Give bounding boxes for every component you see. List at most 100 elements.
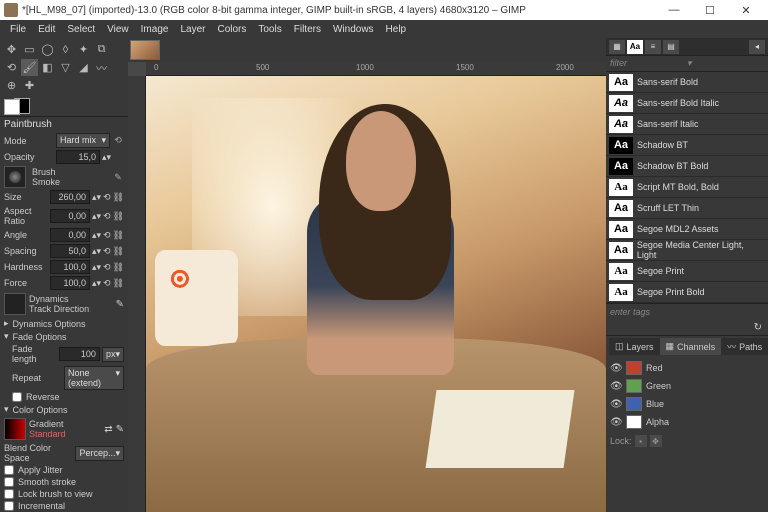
tab-menu-icon[interactable]: ◂ <box>749 40 765 54</box>
gradient-preview[interactable] <box>4 418 26 440</box>
font-tags[interactable]: enter tags <box>606 303 768 320</box>
tool-bucket[interactable]: ▽ <box>57 59 74 76</box>
tool-rect-select[interactable]: ▭ <box>21 41 38 58</box>
minimize-button[interactable]: — <box>656 0 692 20</box>
visibility-icon[interactable]: 👁 <box>610 381 622 392</box>
dynamics-options[interactable]: Dynamics Options <box>13 319 86 329</box>
close-button[interactable]: ✕ <box>728 0 764 20</box>
tool-eraser[interactable]: ◧ <box>39 59 56 76</box>
menu-view[interactable]: View <box>101 24 135 35</box>
tool-gradient[interactable]: ◢ <box>75 59 92 76</box>
font-row[interactable]: AaSegoe MDL2 Assets <box>606 219 768 240</box>
size-reset-icon[interactable]: ⟲ <box>103 192 111 203</box>
tab-layers[interactable]: ◫Layers <box>609 338 660 355</box>
channel-row[interactable]: 👁Alpha <box>606 413 768 431</box>
ruler-horizontal[interactable]: 0 500 1000 1500 2000 <box>146 62 606 76</box>
font-filter[interactable]: filter <box>610 58 687 69</box>
size-value[interactable]: 260,00 <box>50 190 90 204</box>
menu-help[interactable]: Help <box>380 24 413 35</box>
tool-fuzzy-select[interactable]: ✦ <box>75 41 92 58</box>
menu-file[interactable]: File <box>4 24 32 35</box>
tab-paths[interactable]: 〰Paths <box>721 338 768 355</box>
visibility-icon[interactable]: 👁 <box>610 399 622 410</box>
menu-filters[interactable]: Filters <box>288 24 327 35</box>
dynamics-edit-icon[interactable]: ✎ <box>116 299 124 310</box>
font-row[interactable]: AaSegoe Print Bold <box>606 282 768 303</box>
tab-brushes-icon[interactable]: ▦ <box>609 40 625 54</box>
fade-unit[interactable]: px▾ <box>102 347 124 362</box>
tab-thumb[interactable] <box>130 40 160 60</box>
force-value[interactable]: 100,0 <box>50 276 90 290</box>
lock-brush-checkbox[interactable] <box>4 489 14 499</box>
channel-row[interactable]: 👁Blue <box>606 395 768 413</box>
menu-image[interactable]: Image <box>135 24 175 35</box>
tab-fonts-icon[interactable]: Aa <box>627 40 643 54</box>
tool-free-select[interactable]: ◊ <box>57 41 74 58</box>
font-row[interactable]: AaScript MT Bold, Bold <box>606 177 768 198</box>
fade-options[interactable]: Fade Options <box>13 332 67 342</box>
tab-channels[interactable]: ▦Channels <box>660 338 722 355</box>
expand-icon[interactable]: ▸ <box>4 318 9 329</box>
spacing-value[interactable]: 50,0 <box>50 244 90 258</box>
font-list[interactable]: AaSans-serif BoldAaSans-serif Bold Itali… <box>606 72 768 303</box>
opacity-value[interactable]: 15,0 <box>56 150 100 164</box>
refresh-icon[interactable]: ↻ <box>754 322 762 333</box>
menu-windows[interactable]: Windows <box>327 24 380 35</box>
mode-dropdown[interactable]: Hard mix▾ <box>56 133 110 148</box>
font-row[interactable]: AaSans-serif Bold Italic <box>606 93 768 114</box>
expand-icon[interactable]: ▾ <box>4 404 9 415</box>
canvas[interactable] <box>146 76 606 512</box>
tool-rotate[interactable]: ⟲ <box>3 59 20 76</box>
font-row[interactable]: AaSegoe Media Center Light, Light <box>606 240 768 261</box>
font-row[interactable]: AaScruff LET Thin <box>606 198 768 219</box>
visibility-icon[interactable]: 👁 <box>610 417 622 428</box>
blend-dropdown[interactable]: Percep...▾ <box>75 446 124 461</box>
tool-clone[interactable]: ⊕ <box>3 77 20 94</box>
tool-heal[interactable]: ✚ <box>21 77 38 94</box>
hardness-value[interactable]: 100,0 <box>50 260 90 274</box>
repeat-dropdown[interactable]: None (extend)▾ <box>64 366 124 390</box>
font-row[interactable]: AaSans-serif Italic <box>606 114 768 135</box>
ruler-vertical[interactable] <box>128 76 146 512</box>
lock-position-icon[interactable]: ✥ <box>650 435 662 447</box>
aspect-value[interactable]: 0,00 <box>50 209 90 223</box>
gradient-edit-icon[interactable]: ✎ <box>116 424 124 435</box>
jitter-checkbox[interactable] <box>4 465 14 475</box>
dynamics-preview[interactable] <box>4 293 26 315</box>
menu-layer[interactable]: Layer <box>174 24 211 35</box>
menu-tools[interactable]: Tools <box>252 24 287 35</box>
chevron-down-icon[interactable]: ▾ <box>687 58 764 69</box>
fg-color[interactable] <box>4 99 20 115</box>
lock-pixels-icon[interactable]: ▪ <box>635 435 647 447</box>
angle-value[interactable]: 0,00 <box>50 228 90 242</box>
menu-edit[interactable]: Edit <box>32 24 61 35</box>
tool-smudge[interactable]: 〰 <box>93 59 110 76</box>
tool-paintbrush[interactable]: 🖌 <box>21 59 38 76</box>
menu-colors[interactable]: Colors <box>211 24 252 35</box>
visibility-icon[interactable]: 👁 <box>610 363 622 374</box>
channel-row[interactable]: 👁Green <box>606 377 768 395</box>
channel-row[interactable]: 👁Red <box>606 359 768 377</box>
fade-length-value[interactable]: 100 <box>59 347 100 361</box>
maximize-button[interactable]: ☐ <box>692 0 728 20</box>
menu-select[interactable]: Select <box>61 24 101 35</box>
channel-list[interactable]: 👁Red👁Green👁Blue👁Alpha <box>606 357 768 433</box>
size-link-icon[interactable]: ⛓ <box>113 192 124 203</box>
gradient-flip-icon[interactable]: ⇄ <box>104 424 112 435</box>
expand-icon[interactable]: ▾ <box>4 331 9 342</box>
color-swatches[interactable] <box>4 99 36 114</box>
color-options[interactable]: Color Options <box>13 405 68 415</box>
brush-edit-icon[interactable]: ✎ <box>112 171 124 183</box>
incremental-checkbox[interactable] <box>4 501 14 511</box>
tool-move[interactable]: ✥ <box>3 41 20 58</box>
font-row[interactable]: AaSegoe Print <box>606 261 768 282</box>
font-row[interactable]: AaSchadow BT <box>606 135 768 156</box>
font-row[interactable]: AaSchadow BT Bold <box>606 156 768 177</box>
tool-ellipse-select[interactable]: ◯ <box>39 41 56 58</box>
tab-history-icon[interactable]: ≡ <box>645 40 661 54</box>
smooth-checkbox[interactable] <box>4 477 14 487</box>
tool-crop[interactable]: ⧉ <box>93 41 110 58</box>
tab-patterns-icon[interactable]: ▤ <box>663 40 679 54</box>
font-row[interactable]: AaSans-serif Bold <box>606 72 768 93</box>
reverse-checkbox[interactable] <box>12 392 22 402</box>
